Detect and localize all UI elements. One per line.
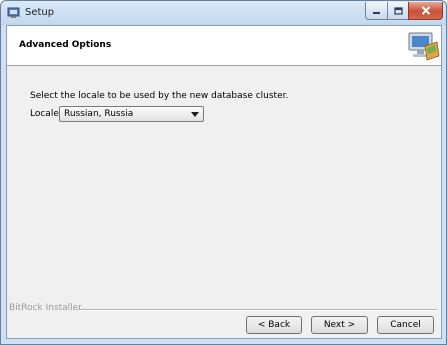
title-bar[interactable]: Setup xyxy=(1,1,446,25)
maximize-button[interactable] xyxy=(387,2,409,20)
setup-window: Setup Advanced Options Select the locale… xyxy=(0,0,447,345)
back-button[interactable]: < Back xyxy=(246,316,302,334)
next-button[interactable]: Next > xyxy=(311,316,368,334)
dialog-client-area: Advanced Options Select the locale to be… xyxy=(6,25,442,339)
minimize-button[interactable] xyxy=(365,2,388,20)
footer-divider xyxy=(77,309,437,311)
header-band: Advanced Options xyxy=(7,26,441,66)
locale-label: Locale xyxy=(30,109,59,119)
minimize-icon xyxy=(373,11,380,14)
cancel-button[interactable]: Cancel xyxy=(377,316,434,334)
window-title: Setup xyxy=(25,7,55,18)
computer-install-icon xyxy=(408,32,440,61)
page-title: Advanced Options xyxy=(19,40,112,50)
close-button[interactable] xyxy=(408,2,443,20)
locale-select[interactable]: Russian, Russia xyxy=(59,106,204,122)
locale-prompt: Select the locale to be used by the new … xyxy=(30,91,289,101)
maximize-icon xyxy=(393,6,403,15)
installer-brand-label: BitRock Installer xyxy=(9,303,82,313)
installer-icon xyxy=(7,7,20,18)
locale-selected-value: Russian, Russia xyxy=(64,109,134,119)
chevron-down-icon xyxy=(191,112,199,117)
close-icon xyxy=(421,6,430,15)
